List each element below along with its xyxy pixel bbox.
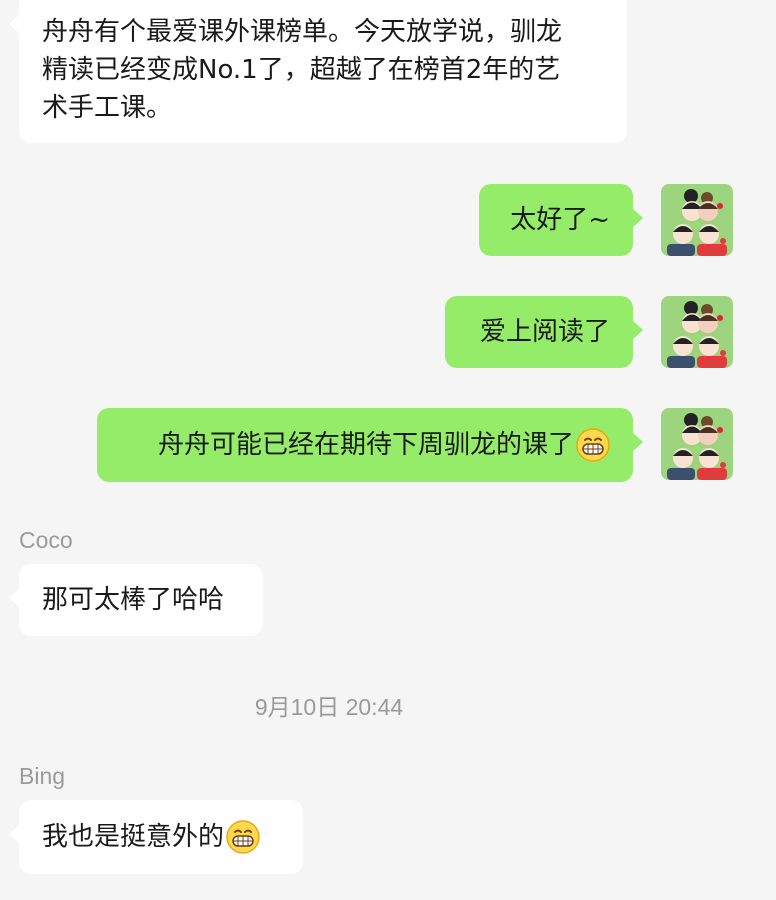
message-bubble-outgoing[interactable]: 爱上阅读了 — [445, 296, 643, 368]
avatar[interactable] — [661, 184, 733, 256]
message-bubble-incoming[interactable]: 舟舟有个最爱课外课榜单。今天放学说，驯龙 精读已经变成No.1了，超越了在榜首2… — [9, 0, 627, 143]
sender-name: Coco — [19, 527, 73, 553]
grinning-face-emoji-icon — [226, 820, 260, 854]
cartoon-family-avatar-icon — [661, 408, 733, 480]
message-text: 太好了~ — [510, 205, 610, 235]
sender-name: Bing — [19, 763, 66, 789]
grinning-face-emoji-icon — [576, 428, 610, 462]
message-text-line: 舟舟有个最爱课外课榜单。今天放学说，驯龙 — [42, 17, 563, 47]
cartoon-family-avatar-icon — [661, 296, 733, 368]
message-text: 舟舟可能已经在期待下周驯龙的课了 — [157, 430, 574, 460]
message-text: 爱上阅读了 — [479, 317, 610, 347]
message-text: 那可太棒了哈哈 — [42, 585, 225, 615]
timestamp: 9月10日 20:44 — [254, 694, 404, 720]
message-bubble-incoming[interactable]: 那可太棒了哈哈 — [9, 564, 263, 636]
avatar[interactable] — [661, 296, 733, 368]
message-bubble-outgoing[interactable]: 舟舟可能已经在期待下周驯龙的课了 — [97, 408, 643, 482]
message-text: 我也是挺意外的 — [42, 822, 225, 852]
cartoon-family-avatar-icon — [661, 184, 733, 256]
message-text-line: 术手工课。 — [42, 93, 173, 123]
message-bubble-incoming[interactable]: 我也是挺意外的 — [9, 800, 303, 874]
message-bubble-outgoing[interactable]: 太好了~ — [479, 184, 643, 256]
avatar[interactable] — [661, 408, 733, 480]
message-text-line: 精读已经变成No.1了，超越了在榜首2年的艺 — [42, 55, 561, 85]
